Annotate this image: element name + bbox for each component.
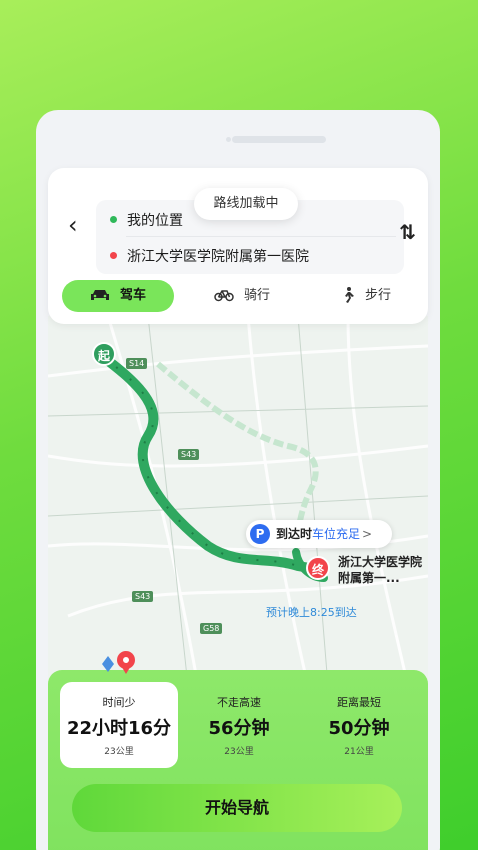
map-view[interactable]: S14 S43 S43 G58 起 终 P 到达时车位充足 > 浙江大学医学院附属第… <box>48 316 428 686</box>
destination-map-label: 浙江大学医学院附属第一... <box>338 555 423 585</box>
tab-bike[interactable]: 骑行 <box>202 280 282 312</box>
loading-toast: 路线加载中 <box>194 188 298 220</box>
option-time: 22小时16分 <box>66 718 172 739</box>
walk-icon <box>344 286 354 303</box>
phone-frame: ‹ 我的位置 浙江大学医学院附属第一医院 ⇅ 路线加载中 驾车 骑行 步行 S1… <box>36 110 440 850</box>
back-icon[interactable]: ‹ <box>68 210 90 240</box>
start-marker[interactable]: 起 <box>92 342 116 366</box>
option-distance: 21公里 <box>344 747 374 757</box>
option-time: 56分钟 <box>208 718 270 739</box>
car-icon <box>90 289 109 300</box>
destination-label: 浙江大学医学院附属第一医院 <box>127 249 309 265</box>
route-option-no-highway[interactable]: 不走高速 56分钟 23公里 <box>180 682 298 768</box>
destination-row[interactable]: 浙江大学医学院附属第一医院 <box>110 246 309 266</box>
option-label: 不走高速 <box>217 696 261 709</box>
handle-dot <box>226 137 231 142</box>
bicycle-icon <box>214 289 234 301</box>
road-tag-s14: S14 <box>126 358 148 369</box>
parking-prefix: 到达时 <box>276 527 313 541</box>
parking-icon: P <box>250 523 270 544</box>
chevron-right-icon: > <box>362 527 373 541</box>
option-distance: 23公里 <box>224 747 254 757</box>
parking-status: 车位充足 <box>312 527 361 541</box>
road-tag-g58: G58 <box>200 623 223 634</box>
eta-label: 预计晚上8:25到达 <box>266 606 357 619</box>
tab-drive[interactable]: 驾车 <box>62 280 174 312</box>
tab-walk-label: 步行 <box>364 288 391 303</box>
drag-handle[interactable] <box>232 136 326 143</box>
option-time: 50分钟 <box>328 718 390 739</box>
tab-bike-label: 骑行 <box>243 288 270 303</box>
location-pin-icon <box>100 650 140 678</box>
route-card: ‹ 我的位置 浙江大学医学院附属第一医院 ⇅ 路线加载中 驾车 骑行 步行 <box>48 168 428 324</box>
road-tag-s43: S43 <box>178 449 200 460</box>
swap-icon[interactable]: ⇅ <box>399 220 416 244</box>
origin-row[interactable]: 我的位置 <box>110 210 183 230</box>
end-marker[interactable]: 终 <box>306 556 330 580</box>
location-divider <box>126 236 396 237</box>
parking-badge[interactable]: P 到达时车位充足 > <box>246 520 392 548</box>
option-label: 时间少 <box>102 696 136 709</box>
origin-label: 我的位置 <box>127 213 183 229</box>
route-option-fastest[interactable]: 时间少 22小时16分 23公里 <box>60 682 178 768</box>
route-options-panel: 时间少 22小时16分 23公里 不走高速 56分钟 23公里 距离最短 50分… <box>48 670 428 850</box>
map-base <box>48 316 428 686</box>
travel-mode-tabs: 驾车 骑行 步行 <box>62 280 416 314</box>
tab-walk[interactable]: 步行 <box>326 280 406 312</box>
destination-dot-icon <box>110 251 117 259</box>
start-navigation-button[interactable]: 开始导航 <box>72 784 402 832</box>
road-tag-s43-2: S43 <box>132 591 154 602</box>
origin-dot-icon <box>110 215 117 223</box>
option-label: 距离最短 <box>337 696 381 709</box>
tab-drive-label: 驾车 <box>119 288 146 303</box>
route-option-shortest[interactable]: 距离最短 50分钟 21公里 <box>300 682 418 768</box>
option-distance: 23公里 <box>104 747 134 757</box>
